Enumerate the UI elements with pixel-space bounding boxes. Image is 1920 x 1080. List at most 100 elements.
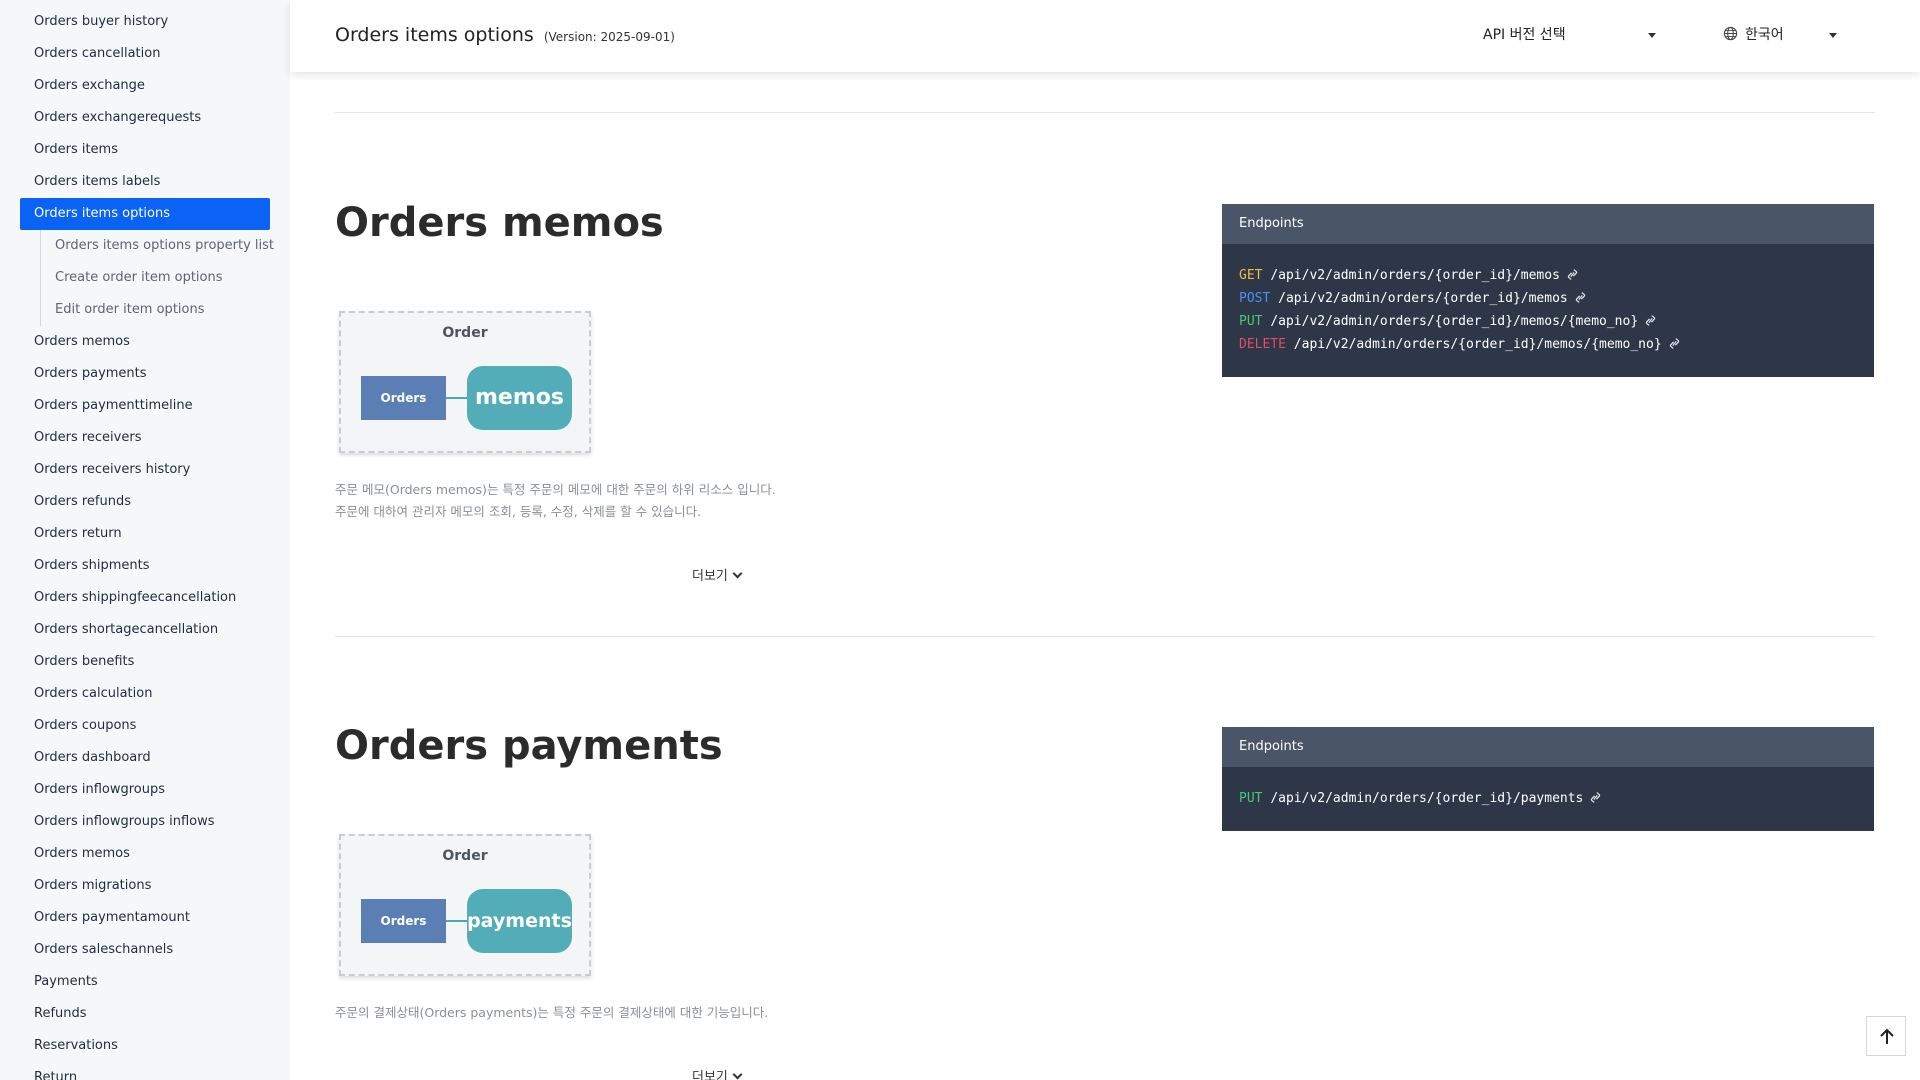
sidebar-item[interactable]: Orders exchangerequests [20,102,270,134]
sidebar-item[interactable]: Orders memos [20,326,270,358]
api-version-select[interactable]: API 버전 선택 [1483,24,1663,46]
sidebar-item[interactable]: Reservations [20,1030,270,1062]
link-icon[interactable] [1669,336,1680,357]
endpoints-panel: Endpoints PUT /api/v2/admin/orders/{orde… [1222,727,1874,831]
endpoint-row: POST /api/v2/admin/orders/{order_id}/mem… [1239,288,1857,311]
sidebar-item[interactable]: Orders payments [20,358,270,390]
section-description: 주문의 결제상태(Orders payments)는 특정 주문의 결제상태에 … [335,1002,768,1024]
endpoints-list: PUT /api/v2/admin/orders/{order_id}/paym… [1222,767,1874,831]
link-icon[interactable] [1645,313,1656,334]
version-label: (Version: 2025-09-01) [543,30,675,44]
api-version-select-label: API 버전 선택 [1483,27,1566,43]
sidebar-item[interactable]: Orders paymentamount [20,902,270,934]
sidebar-item[interactable]: Orders refunds [20,486,270,518]
description-line: 주문 메모(Orders memos)는 특정 주문의 메모에 대한 주문의 하… [335,482,776,497]
sidebar-item[interactable]: Orders cancellation [20,38,270,70]
link-icon[interactable] [1590,790,1601,811]
diagram-node-orders: Orders [361,376,446,420]
section-title: Orders payments [335,723,723,769]
chevron-down-icon [732,568,743,579]
more-button-label: 더보기 [692,569,728,584]
page-title: Orders items options (Version: 2025-09-0… [335,24,675,46]
caret-down-icon [1648,33,1656,38]
sidebar-item[interactable]: Orders buyer history [20,6,270,38]
endpoint-path[interactable]: /api/v2/admin/orders/{order_id}/payments [1270,791,1583,806]
sidebar-item[interactable]: Orders dashboard [20,742,270,774]
endpoints-list: GET /api/v2/admin/orders/{order_id}/memo… [1222,244,1874,377]
top-header: Orders items options (Version: 2025-09-0… [290,0,1920,72]
sidebar-item[interactable]: Refunds [20,998,270,1030]
endpoint-path[interactable]: /api/v2/admin/orders/{order_id}/memos [1278,291,1568,306]
language-label: 한국어 [1745,27,1784,43]
caret-down-icon [1829,33,1837,38]
sidebar-subitem[interactable]: Create order item options [40,262,270,294]
sidebar-item[interactable]: Orders shippingfeecancellation [20,582,270,614]
sidebar: Orders buyer history Orders cancellation O… [0,0,290,1080]
endpoint-row: GET /api/v2/admin/orders/{order_id}/memo… [1239,265,1857,288]
more-button[interactable]: 더보기 [692,565,743,584]
sidebar-item[interactable]: Orders shipments [20,550,270,582]
endpoints-header: Endpoints [1222,727,1874,767]
http-method: PUT [1239,791,1263,806]
diagram-parent-label: Order [442,325,488,341]
globe-icon [1723,26,1738,41]
endpoint-row: PUT /api/v2/admin/orders/{order_id}/paym… [1239,788,1857,811]
sidebar-item[interactable]: Payments [20,966,270,998]
resource-diagram: Order Orders memos [339,311,591,453]
diagram-node-orders: Orders [361,899,446,943]
section-description: 주문 메모(Orders memos)는 특정 주문의 메모에 대한 주문의 하… [335,479,776,523]
sidebar-item[interactable]: Orders migrations [20,870,270,902]
link-icon[interactable] [1575,290,1586,311]
page-title-text: Orders items options [335,24,534,46]
diagram-node-sub: payments [467,889,572,953]
endpoint-path[interactable]: /api/v2/admin/orders/{order_id}/memos/{m… [1294,337,1662,352]
sidebar-item[interactable]: Return [20,1062,270,1080]
link-icon[interactable] [1567,267,1578,288]
sidebar-item[interactable]: Orders shortagecancellation [20,614,270,646]
diagram-node-sub: memos [467,366,572,430]
more-button-label: 더보기 [692,1070,728,1080]
diagram-parent-label: Order [442,848,488,864]
sidebar-item[interactable]: Orders inflowgroups [20,774,270,806]
sidebar-item[interactable]: Orders exchange [20,70,270,102]
section-divider [335,636,1875,637]
language-select[interactable]: 한국어 [1723,24,1838,46]
sidebar-item[interactable]: Orders receivers history [20,454,270,486]
sidebar-subitem[interactable]: Orders items options property list [40,230,274,262]
sidebar-item[interactable]: Orders return [20,518,270,550]
sidebar-item[interactable]: Orders memos [20,838,270,870]
description-line: 주문의 결제상태(Orders payments)는 특정 주문의 결제상태에 … [335,1005,769,1020]
endpoint-path[interactable]: /api/v2/admin/orders/{order_id}/memos [1270,268,1560,283]
sidebar-item[interactable]: Orders paymenttimeline [20,390,270,422]
endpoint-path[interactable]: /api/v2/admin/orders/{order_id}/memos/{m… [1270,314,1638,329]
sidebar-item[interactable]: Orders receivers [20,422,270,454]
endpoint-row: PUT /api/v2/admin/orders/{order_id}/memo… [1239,311,1857,334]
sidebar-item[interactable]: Orders calculation [20,678,270,710]
http-method: POST [1239,291,1271,306]
scroll-top-button[interactable] [1866,1016,1906,1056]
sidebar-item[interactable]: Orders benefits [20,646,270,678]
sidebar-item[interactable]: Orders items [20,134,270,166]
chevron-down-icon [732,1069,743,1080]
endpoints-header: Endpoints [1222,204,1874,244]
sidebar-item[interactable]: Orders saleschannels [20,934,270,966]
diagram-connector [446,397,467,399]
endpoints-panel: Endpoints GET /api/v2/admin/orders/{orde… [1222,204,1874,377]
http-method: DELETE [1239,337,1286,352]
endpoint-row: DELETE /api/v2/admin/orders/{order_id}/m… [1239,334,1857,357]
section-divider [335,112,1875,113]
sidebar-item[interactable]: Orders inflowgroups inflows [20,806,270,838]
http-method: PUT [1239,314,1263,329]
resource-diagram: Order Orders payments [339,834,591,976]
sidebar-item-active[interactable]: Orders items options [20,198,270,230]
sidebar-list: Orders buyer history Orders cancellation O… [0,0,290,1080]
sidebar-subitem[interactable]: Edit order item options [40,294,270,326]
arrow-up-icon [1880,1028,1894,1044]
sidebar-item[interactable]: Orders items labels [20,166,270,198]
more-button[interactable]: 더보기 [692,1066,743,1080]
main-content: Orders memos Order Orders memos 주문 메모(Or… [290,0,1920,1080]
description-line: 주문에 대하여 관리자 메모의 조회, 등록, 수정, 삭제를 할 수 있습니다… [335,504,702,519]
diagram-connector [446,920,467,922]
http-method: GET [1239,268,1263,283]
sidebar-item[interactable]: Orders coupons [20,710,270,742]
